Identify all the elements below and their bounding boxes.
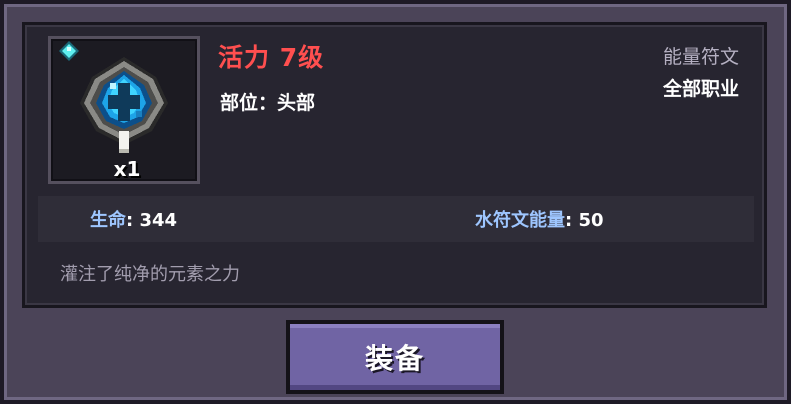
water-rune-icon bbox=[80, 57, 168, 153]
equip-button-label: 装备 bbox=[364, 342, 425, 375]
equip-slot-text: 部位：头部 bbox=[220, 92, 316, 114]
item-description: 灌注了纯净的元素之力 bbox=[60, 264, 240, 285]
equip-button[interactable]: 装备 bbox=[286, 320, 504, 394]
item-name: 活力 7级 bbox=[218, 43, 325, 72]
stat-label: 生命 bbox=[90, 210, 126, 231]
diamond-gem-icon bbox=[59, 41, 79, 61]
item-category: 能量符文 bbox=[662, 46, 739, 68]
stat-water-energy: 水符文能量: 50 bbox=[475, 206, 604, 232]
class-requirement: 全部职业 bbox=[662, 78, 739, 100]
item-quantity: x1 bbox=[113, 157, 141, 181]
stats-row: 生命: 344 水符文能量: 50 bbox=[38, 196, 754, 242]
stat-hp: 生命: 344 bbox=[90, 206, 177, 232]
stat-value: : 344 bbox=[126, 210, 178, 231]
stat-value: : 50 bbox=[565, 210, 604, 231]
stat-label: 水符文能量 bbox=[475, 210, 565, 231]
